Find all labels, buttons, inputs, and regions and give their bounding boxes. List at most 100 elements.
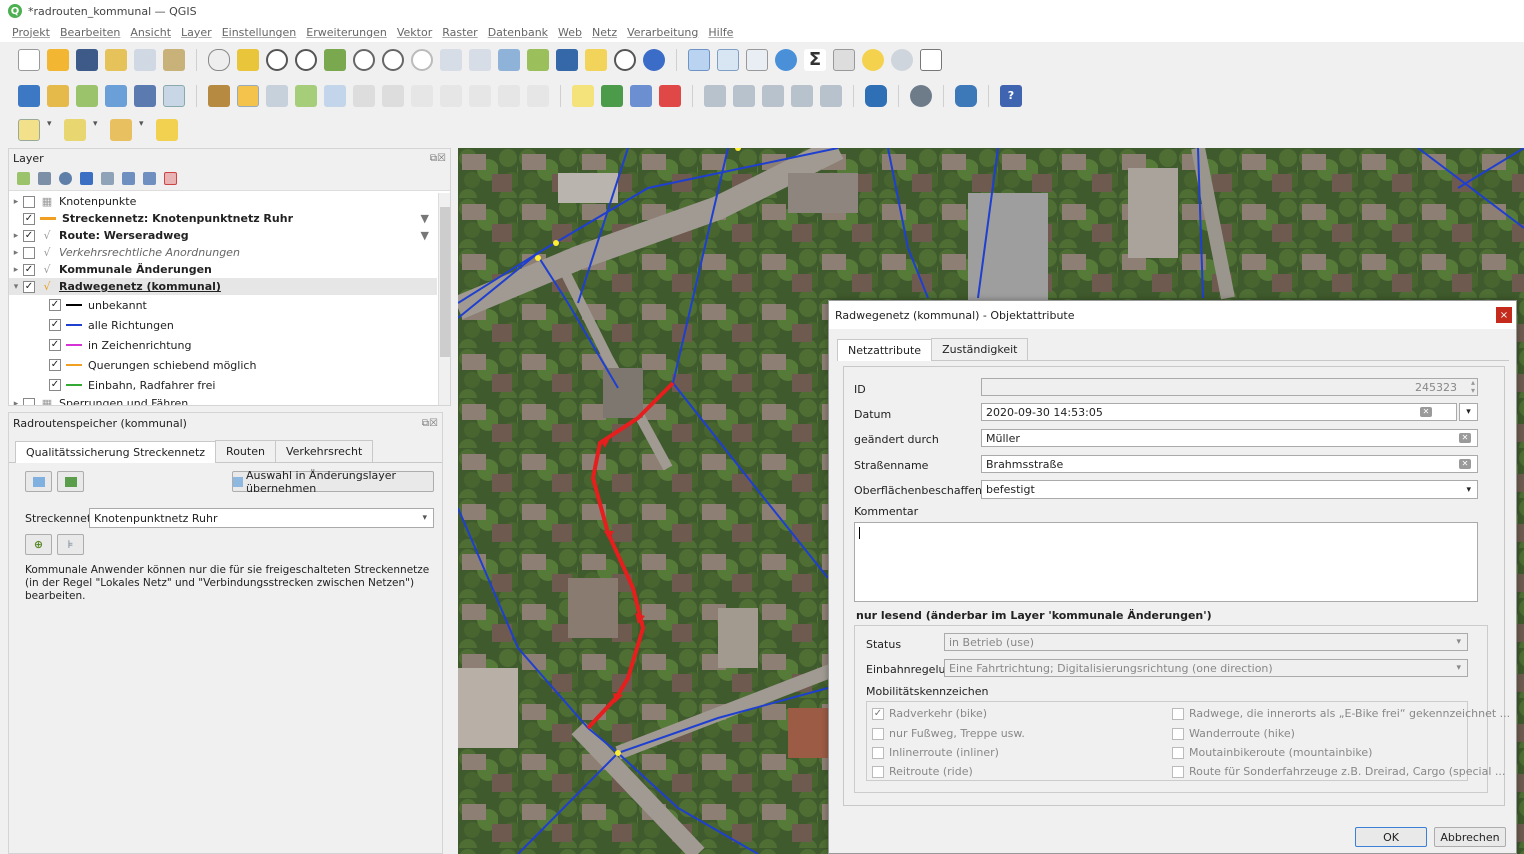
pan-to-selection-icon[interactable] bbox=[237, 49, 259, 71]
manage-visibility-eye-icon[interactable] bbox=[59, 172, 72, 185]
select-features-icon[interactable] bbox=[18, 119, 40, 141]
pan-hand-icon[interactable] bbox=[208, 49, 230, 71]
undo-icon[interactable] bbox=[498, 85, 520, 107]
expand-arrow-icon[interactable]: ▸ bbox=[9, 265, 23, 275]
layer-row-streckennetz[interactable]: ✓ Streckennetz: Knotenpunktnetz Ruhr ▼ bbox=[9, 210, 437, 227]
strassenname-field[interactable]: Brahmsstraße ✕ bbox=[981, 455, 1478, 473]
add-segment-button[interactable]: ⊕ bbox=[25, 534, 52, 555]
tab-qualitaetssicherung[interactable]: Qualitätssicherung Streckennetz bbox=[15, 441, 217, 463]
cut-features-icon[interactable] bbox=[411, 85, 433, 107]
menu-projekt[interactable]: Projekt bbox=[12, 26, 50, 39]
panel-float-close-icon[interactable]: ⧉☒ bbox=[430, 153, 446, 164]
new-project-icon[interactable] bbox=[18, 49, 40, 71]
layer-tree-scrollbar[interactable] bbox=[438, 193, 450, 405]
add-db-layer-icon[interactable] bbox=[134, 85, 156, 107]
tab-verkehrsrecht[interactable]: Verkehrsrecht bbox=[274, 440, 374, 462]
field-calculator-icon[interactable] bbox=[746, 49, 768, 71]
temporal-controller-icon[interactable] bbox=[614, 49, 636, 71]
collapse-all-icon[interactable] bbox=[143, 172, 156, 185]
paste-features-icon[interactable] bbox=[469, 85, 491, 107]
help-icon[interactable]: ? bbox=[1000, 85, 1022, 107]
save-as-icon[interactable] bbox=[105, 49, 127, 71]
layer-checkbox[interactable] bbox=[23, 246, 35, 259]
expand-all-icon[interactable] bbox=[122, 172, 135, 185]
add-line-feature-icon[interactable] bbox=[295, 85, 317, 107]
new-layer-icon[interactable] bbox=[47, 85, 69, 107]
redo-icon[interactable] bbox=[527, 85, 549, 107]
show-bookmarks-icon[interactable] bbox=[585, 49, 607, 71]
deselect-icon[interactable] bbox=[110, 119, 132, 141]
menu-netz[interactable]: Netz bbox=[592, 26, 617, 39]
plugin-robot-icon[interactable] bbox=[910, 85, 932, 107]
python-console-icon[interactable] bbox=[955, 85, 977, 107]
streckennetz-select[interactable]: Knotenpunktnetz Ruhr ▾ bbox=[89, 508, 434, 528]
current-edits-icon[interactable] bbox=[208, 85, 230, 107]
menu-ansicht[interactable]: Ansicht bbox=[130, 26, 171, 39]
zoom-layer-icon[interactable] bbox=[382, 49, 404, 71]
legend-checkbox[interactable]: ✓ bbox=[49, 299, 61, 311]
digitize-tool-5-icon[interactable] bbox=[820, 85, 842, 107]
modify-attributes-icon[interactable] bbox=[353, 85, 375, 107]
select-by-value-icon[interactable] bbox=[64, 119, 86, 141]
cancel-button[interactable]: Abbrechen bbox=[1434, 827, 1506, 847]
legend-checkbox[interactable]: ✓ bbox=[49, 359, 61, 371]
vertex-tool-icon[interactable] bbox=[324, 85, 346, 107]
clear-icon[interactable]: ✕ bbox=[1459, 433, 1471, 443]
locator-icon[interactable] bbox=[891, 49, 913, 71]
refresh-icon[interactable] bbox=[643, 49, 665, 71]
legend-checkbox[interactable]: ✓ bbox=[49, 319, 61, 331]
zoom-out-icon[interactable] bbox=[295, 49, 317, 71]
digitize-tool-4-icon[interactable] bbox=[791, 85, 813, 107]
highlight-pinned-labels-icon[interactable] bbox=[630, 85, 652, 107]
layer-checkbox[interactable]: ✓ bbox=[23, 263, 35, 276]
digitize-tool-3-icon[interactable] bbox=[762, 85, 784, 107]
zoom-last-icon[interactable] bbox=[440, 49, 462, 71]
zoom-in-icon[interactable] bbox=[266, 49, 288, 71]
expand-arrow-icon[interactable]: ▸ bbox=[9, 197, 23, 207]
ok-button[interactable]: OK bbox=[1355, 827, 1427, 847]
zoom-selection-icon[interactable] bbox=[353, 49, 375, 71]
data-source-manager-icon[interactable] bbox=[18, 85, 40, 107]
scrollbar-thumb[interactable] bbox=[440, 207, 450, 357]
clear-icon[interactable]: ✕ bbox=[1420, 407, 1432, 417]
layer-labeling-options-icon[interactable] bbox=[601, 85, 623, 107]
select-location-icon[interactable] bbox=[156, 119, 178, 141]
menu-einstellungen[interactable]: Einstellungen bbox=[222, 26, 297, 39]
identify-features-icon[interactable] bbox=[688, 49, 710, 71]
layer-row-knotenpunkte[interactable]: ▸ ▦ Knotenpunkte bbox=[9, 193, 437, 210]
new-3d-view-icon[interactable] bbox=[527, 49, 549, 71]
calendar-dropdown-button[interactable]: ▾ bbox=[1459, 403, 1478, 421]
datum-field[interactable]: 2020-09-30 14:53:05 ✕ bbox=[981, 403, 1457, 421]
menu-web[interactable]: Web bbox=[558, 26, 582, 39]
add-vector-layer-icon[interactable] bbox=[76, 85, 98, 107]
chevron-down-icon[interactable]: ▾ bbox=[93, 119, 103, 141]
menu-vektor[interactable]: Vektor bbox=[397, 26, 432, 39]
legend-row[interactable]: ✓ Querungen schiebend möglich bbox=[9, 355, 437, 375]
delete-selected-icon[interactable] bbox=[382, 85, 404, 107]
attribute-table-icon[interactable] bbox=[717, 49, 739, 71]
legend-row[interactable]: ✓ Einbahn, Radfahrer frei bbox=[9, 375, 437, 395]
layer-checkbox[interactable]: ✓ bbox=[23, 280, 35, 293]
add-group-icon[interactable] bbox=[38, 172, 51, 185]
layer-row-radwegenetz[interactable]: ▾ ✓ √ Radwegenetz (kommunal) bbox=[9, 278, 437, 295]
layer-checkbox[interactable]: ✓ bbox=[23, 229, 35, 242]
rr-tool-button-2[interactable] bbox=[57, 471, 84, 492]
rr-tool-button-1[interactable] bbox=[25, 471, 52, 492]
collapse-arrow-icon[interactable]: ▾ bbox=[9, 282, 23, 292]
expand-arrow-icon[interactable]: ▸ bbox=[9, 248, 23, 258]
kommentar-textarea[interactable] bbox=[854, 522, 1478, 602]
labeling-icon[interactable] bbox=[572, 85, 594, 107]
copy-features-icon[interactable] bbox=[440, 85, 462, 107]
layer-row-sperrungen[interactable]: ▸ ▦ Sperrungen und Fähren bbox=[9, 395, 437, 405]
filter-legend-icon[interactable] bbox=[80, 172, 93, 185]
print-layout-icon[interactable] bbox=[134, 49, 156, 71]
legend-row[interactable]: ✓ alle Richtungen bbox=[9, 315, 437, 335]
chevron-down-icon[interactable]: ▾ bbox=[47, 119, 57, 141]
digitize-tool-2-icon[interactable] bbox=[733, 85, 755, 107]
edit-segment-button[interactable]: ⊧ bbox=[57, 534, 84, 555]
layer-row-route-werseradweg[interactable]: ▸ ✓ √ Route: Werseradweg ▼ bbox=[9, 227, 437, 244]
menu-verarbeitung[interactable]: Verarbeitung bbox=[627, 26, 698, 39]
add-virtual-layer-icon[interactable] bbox=[163, 85, 185, 107]
tab-netzattribute[interactable]: Netzattribute bbox=[837, 339, 933, 361]
text-annotation-icon[interactable] bbox=[920, 49, 942, 71]
